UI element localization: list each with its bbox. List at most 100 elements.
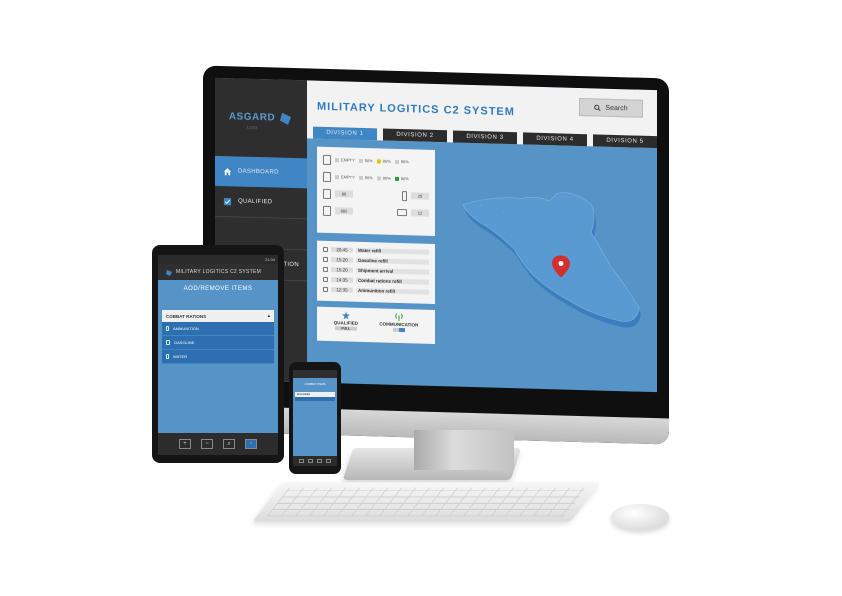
- qualified-label: QUALIFIED: [333, 320, 358, 326]
- tab-division-2[interactable]: DIVISION 2: [383, 128, 447, 143]
- tablet-screen: 21:34 MILITARY LOGITICS C2 SYSTEM AOD/RE…: [158, 255, 278, 455]
- list-item[interactable]: GASOLINE: [162, 336, 274, 350]
- jerrycan-icon: [323, 171, 331, 182]
- map-label: ·: [581, 260, 583, 265]
- communication-label: COMMUNICATION: [379, 321, 419, 328]
- phone-footer: [293, 456, 337, 466]
- level-a: 50%: [358, 158, 373, 163]
- count-vehicles: 12: [411, 209, 429, 217]
- monitor-stand-neck: [414, 430, 514, 470]
- mouse: [611, 504, 669, 530]
- level-b: 80%: [376, 158, 391, 164]
- level-empty: EMPTY: [335, 174, 355, 180]
- tablet-section-header[interactable]: COBBAT RATIONS ▴: [162, 310, 274, 322]
- map-label: ·: [481, 203, 483, 208]
- remove-button[interactable]: ~: [201, 439, 213, 449]
- tablet-heading: AOD/REMOVE ITEMS: [183, 286, 253, 292]
- search-button[interactable]: [317, 459, 322, 463]
- event-time: 14:35: [331, 276, 353, 283]
- event-time: 12:35: [331, 286, 353, 293]
- logo-sub: LOGI: [247, 124, 257, 130]
- sidebar-item-label: QUALIFIED: [238, 198, 273, 206]
- ration-icon: [323, 188, 331, 199]
- list-item[interactable]: AMMUNITION: [162, 322, 274, 336]
- status-card: QUALIFIED FULL COMMUNICATION: [317, 306, 435, 344]
- keys: [266, 487, 588, 517]
- page-title: MILITARY LOGITICS C2 SYSTEM: [317, 100, 515, 119]
- map-label: ·: [531, 218, 533, 223]
- event-time: 15:20: [331, 266, 353, 273]
- keyboard: [252, 482, 602, 522]
- communication-toggle[interactable]: [392, 327, 405, 333]
- calendar-icon: [323, 276, 328, 282]
- event-label: Ammunition refill: [356, 287, 429, 295]
- event-label: Water refill: [356, 247, 429, 255]
- map-label: ·: [597, 284, 599, 289]
- event-time: 20:45: [331, 246, 353, 253]
- event-row[interactable]: 12:35 Ammunition refill: [323, 284, 429, 297]
- sidebar-item-dashboard[interactable]: DASHBOARD: [215, 155, 307, 189]
- calendar-icon: [323, 246, 328, 252]
- search-icon: ⌕: [227, 440, 231, 447]
- count-rations: 90: [335, 190, 353, 198]
- flag-icon: [166, 269, 172, 276]
- communication-status: COMMUNICATION: [379, 312, 418, 339]
- box-button[interactable]: [326, 459, 331, 463]
- tablet-footer: + ~ ⌕ ▫: [158, 433, 278, 455]
- sidebar-item-qualified[interactable]: QUALIFIED: [215, 186, 307, 219]
- tab-division-3[interactable]: DIVISION 3: [453, 130, 517, 145]
- list-item[interactable]: WATER: [162, 350, 274, 364]
- item-label: WATER: [173, 354, 187, 359]
- level-c: 90%: [394, 159, 409, 164]
- count-ammo: 25: [411, 192, 429, 200]
- event-time: 15:20: [331, 256, 353, 263]
- tablet-app-bar: MILITARY LOGITICS C2 SYSTEM: [158, 264, 278, 280]
- qualified-status: QUALIFIED FULL: [334, 311, 358, 338]
- level-a: 90%: [358, 175, 373, 180]
- event-label: Gasoline refill: [356, 257, 429, 265]
- calendar-icon: [323, 286, 328, 292]
- bottle-icon: [166, 354, 169, 359]
- phone-heading: COMBAT ITEMS: [304, 382, 326, 386]
- app-logo: ASGARD LOGI: [215, 78, 307, 159]
- checkbox-icon: [223, 197, 232, 205]
- remove-button[interactable]: [308, 459, 313, 463]
- chevron-up-icon: ▴: [267, 313, 270, 318]
- event-label: Combat rations refill: [356, 277, 429, 285]
- box-button[interactable]: ▫: [245, 439, 257, 449]
- antenna-icon: [395, 313, 403, 321]
- event-label: Shipment arrival: [356, 267, 429, 275]
- region-map[interactable]: · · · · · ·: [441, 152, 651, 348]
- map-label: ·: [511, 234, 513, 239]
- island-shape: [462, 192, 641, 328]
- tab-division-1[interactable]: DIVISION 1: [313, 126, 377, 141]
- phone-device: COMBAT ITEMS Ammunition: [289, 362, 341, 474]
- tablet-device: 21:34 MILITARY LOGITICS C2 SYSTEM AOD/RE…: [152, 245, 284, 463]
- events-card: 20:45 Water refill 15:20 Gasoline refill 1…: [317, 240, 435, 304]
- map-label: ·: [503, 209, 505, 214]
- sidebar-item-label: DASHBOARD: [238, 168, 279, 176]
- level-c: 80%: [394, 176, 409, 181]
- ammo-icon: [402, 190, 407, 201]
- truck-icon: [397, 208, 407, 217]
- calendar-icon: [323, 256, 328, 262]
- item-label: AMMUNITION: [173, 326, 199, 331]
- tablet-status-bar: 21:34: [158, 255, 278, 264]
- tablet-app-title: MILITARY LOGITICS C2 SYSTEM: [176, 269, 262, 275]
- phone-row[interactable]: [295, 397, 335, 401]
- search-button[interactable]: Search: [579, 97, 643, 118]
- tab-division-4[interactable]: DIVISION 4: [523, 132, 587, 147]
- search-button[interactable]: ⌕: [223, 439, 235, 449]
- tnt-icon: [323, 205, 331, 216]
- logo-name: ASGARD: [228, 110, 276, 124]
- qualified-value: FULL: [334, 326, 357, 331]
- header: MILITARY LOGITICS C2 SYSTEM Search DIVIS…: [307, 80, 657, 149]
- level-b: 90%: [376, 175, 391, 181]
- add-button[interactable]: [299, 459, 304, 463]
- home-icon: [223, 167, 232, 175]
- tab-division-5[interactable]: DIVISION 5: [593, 134, 657, 149]
- status-time: 21:34: [264, 257, 275, 262]
- section-label: COBBAT RATIONS: [166, 313, 207, 319]
- add-button[interactable]: +: [179, 439, 191, 449]
- star-icon: [341, 311, 350, 320]
